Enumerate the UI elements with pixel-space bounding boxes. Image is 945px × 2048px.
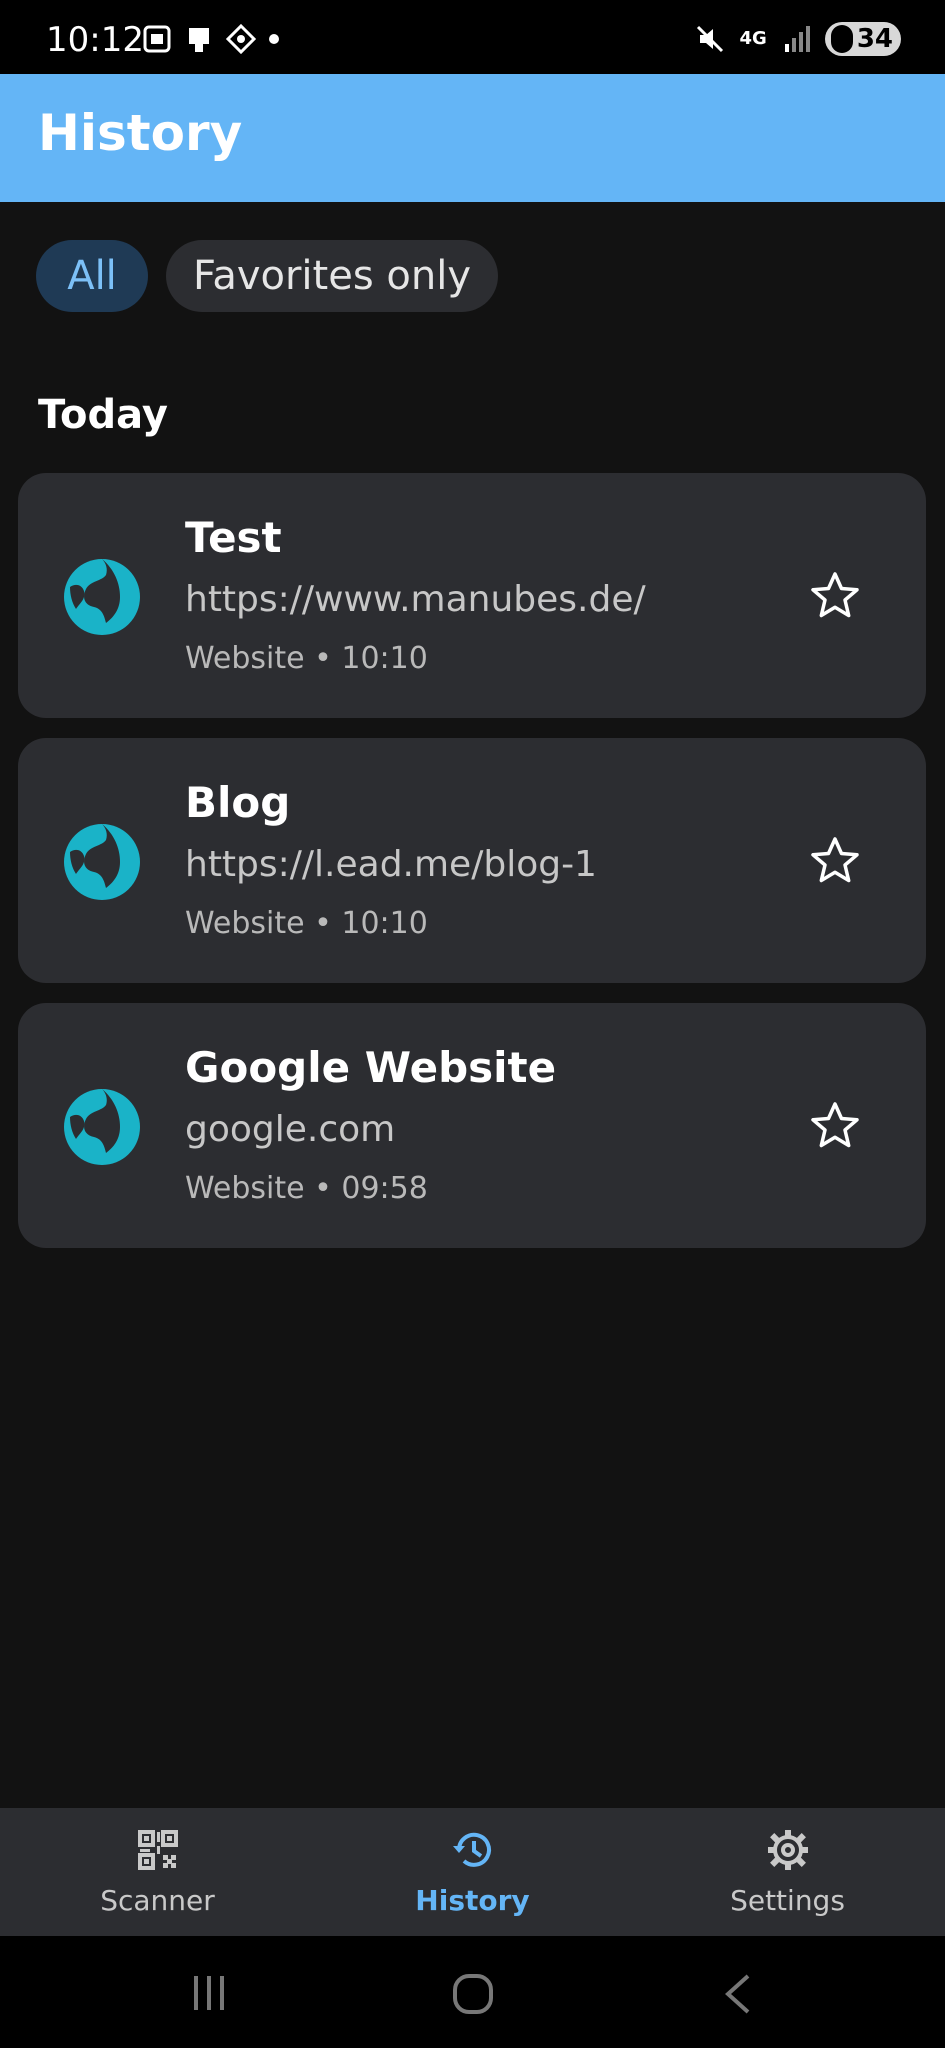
battery-level: 34 <box>856 24 893 54</box>
filter-chip-all[interactable]: All <box>36 240 148 312</box>
history-item[interactable]: Test https://www.manubes.de/ Website • 1… <box>18 473 926 718</box>
recent-apps-icon[interactable] <box>188 1972 230 2014</box>
item-url: https://www.manubes.de/ <box>185 579 646 620</box>
screenshot-icon <box>143 25 171 53</box>
item-meta: Website • 10:10 <box>185 906 428 941</box>
nav-item-scanner[interactable]: Scanner <box>0 1808 315 1936</box>
notification-dot-icon <box>269 34 279 44</box>
page-title: History <box>38 104 243 162</box>
system-navigation-bar <box>0 1936 945 2048</box>
nav-label-settings: Settings <box>730 1884 845 1917</box>
signal-icon <box>784 26 810 52</box>
battery-indicator: 34 <box>824 22 901 56</box>
item-meta: Website • 09:58 <box>185 1171 428 1206</box>
section-header-today: Today <box>38 392 168 438</box>
nav-label-history: History <box>415 1884 530 1917</box>
qr-code-icon <box>138 1830 178 1870</box>
back-icon[interactable] <box>720 1972 756 2016</box>
globe-icon <box>64 559 140 635</box>
status-time: 10:12 <box>46 20 144 60</box>
globe-icon <box>64 824 140 900</box>
home-icon[interactable] <box>451 1972 495 2016</box>
tasks-icon <box>226 24 256 54</box>
favorite-star-icon[interactable] <box>808 569 862 623</box>
favorite-star-icon[interactable] <box>808 834 862 888</box>
favorite-star-icon[interactable] <box>808 1099 862 1153</box>
nav-label-scanner: Scanner <box>100 1884 215 1917</box>
app-bar: History <box>0 74 945 202</box>
gear-icon <box>768 1830 808 1870</box>
item-url: https://l.ead.me/blog-1 <box>185 844 597 885</box>
item-title: Blog <box>185 778 291 827</box>
globe-icon <box>64 1089 140 1165</box>
filter-chip-favorites[interactable]: Favorites only <box>166 240 498 312</box>
status-bar: 10:12 4G 34 <box>0 0 945 74</box>
history-item[interactable]: Google Website google.com Website • 09:5… <box>18 1003 926 1248</box>
item-url: google.com <box>185 1109 396 1150</box>
history-icon <box>453 1832 491 1867</box>
nav-item-history[interactable]: History <box>315 1808 630 1936</box>
item-meta: Website • 10:10 <box>185 641 428 676</box>
nav-item-settings[interactable]: Settings <box>630 1808 945 1936</box>
history-item[interactable]: Blog https://l.ead.me/blog-1 Website • 1… <box>18 738 926 983</box>
item-title: Google Website <box>185 1043 557 1092</box>
charging-icon <box>830 25 853 53</box>
mute-icon <box>696 25 723 53</box>
bottom-navigation: Scanner History Settings <box>0 1808 945 1936</box>
network-type: 4G <box>739 28 767 49</box>
app-notification-icon <box>189 28 209 52</box>
item-title: Test <box>185 513 282 562</box>
